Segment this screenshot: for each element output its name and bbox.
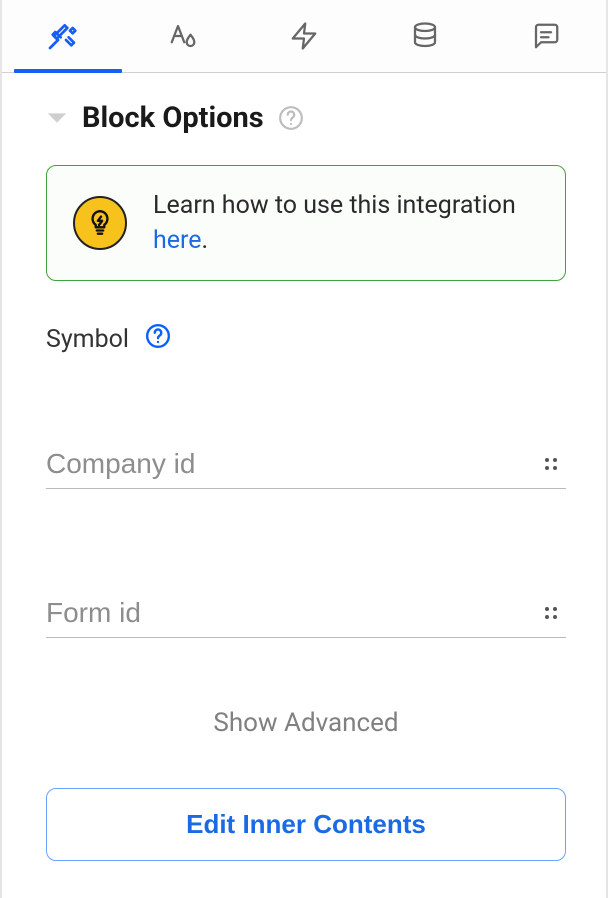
tab-design[interactable] bbox=[44, 20, 80, 56]
drag-handle-icon[interactable] bbox=[536, 598, 566, 628]
field-company-id bbox=[46, 448, 566, 489]
show-advanced-button[interactable]: Show Advanced bbox=[46, 708, 566, 738]
tab-actions[interactable] bbox=[286, 20, 322, 56]
banner-text-suffix: . bbox=[202, 226, 209, 255]
field-form-id bbox=[46, 597, 566, 638]
company-id-input[interactable] bbox=[46, 448, 536, 480]
text-drop-icon bbox=[168, 21, 198, 55]
form-id-input[interactable] bbox=[46, 597, 536, 629]
property-tabbar bbox=[2, 0, 606, 73]
symbol-label: Symbol bbox=[46, 325, 129, 354]
lightbulb-icon bbox=[73, 196, 127, 250]
section-title: Block Options bbox=[82, 101, 264, 135]
tab-comments[interactable] bbox=[528, 20, 564, 56]
symbol-row: Symbol bbox=[46, 323, 566, 356]
banner-text-prefix: Learn how to use this integration bbox=[153, 191, 516, 220]
edit-inner-contents-button[interactable]: Edit Inner Contents bbox=[46, 788, 566, 861]
help-icon[interactable] bbox=[145, 323, 171, 356]
panel-content: Block Options Learn how to use this inte… bbox=[2, 73, 606, 889]
banner-link[interactable]: here bbox=[153, 226, 202, 255]
chat-icon bbox=[531, 21, 561, 55]
info-banner: Learn how to use this integration here. bbox=[46, 165, 566, 281]
tools-icon bbox=[46, 20, 78, 56]
drag-handle-icon[interactable] bbox=[536, 449, 566, 479]
active-tab-indicator bbox=[14, 69, 122, 73]
tab-style[interactable] bbox=[165, 20, 201, 56]
section-header[interactable]: Block Options bbox=[46, 101, 566, 135]
database-icon bbox=[410, 21, 440, 55]
chevron-down-icon bbox=[46, 111, 68, 125]
banner-text: Learn how to use this integration here. bbox=[153, 188, 539, 258]
help-icon[interactable] bbox=[278, 105, 304, 131]
bolt-icon bbox=[289, 21, 319, 55]
tab-data[interactable] bbox=[407, 20, 443, 56]
